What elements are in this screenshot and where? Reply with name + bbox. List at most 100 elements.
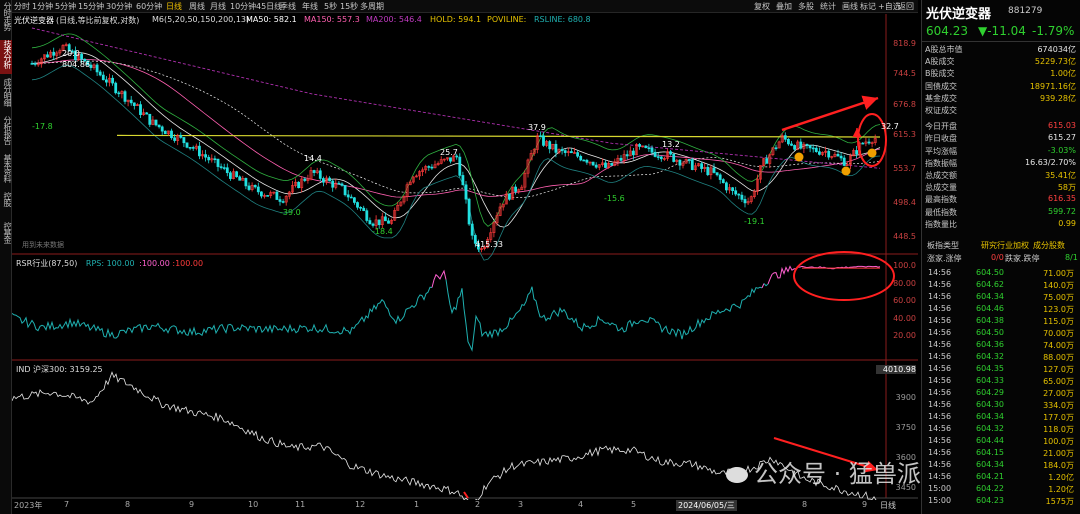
tick-price: 604.30	[976, 400, 1004, 409]
x-axis-label: 8	[802, 500, 808, 509]
tick-row: 14:56 604.38 115.0万	[925, 316, 1078, 327]
tick-price: 604.44	[976, 436, 1004, 445]
tick-row: 14:56 604.34 75.00万	[925, 292, 1078, 303]
main-chart[interactable]	[12, 0, 918, 500]
swing-label: -19.1	[744, 217, 765, 226]
panel-tab[interactable]: 板指类型	[927, 240, 959, 251]
candle-body	[46, 54, 49, 58]
stat-value: 615.03	[1048, 121, 1076, 131]
swing-label: 37.9	[528, 123, 546, 132]
left-tab-3[interactable]: 分析报告	[0, 116, 12, 150]
candle-body	[229, 172, 232, 179]
candle-body	[467, 198, 471, 225]
stat-value: 939.28亿	[1040, 93, 1076, 103]
candle-body	[653, 151, 657, 157]
stat-label: 平均涨幅	[925, 146, 957, 156]
candle-body	[235, 171, 239, 178]
tick-time: 14:56	[928, 472, 952, 481]
candle-body	[129, 99, 133, 104]
candle-body	[656, 156, 660, 158]
candle-body	[721, 179, 725, 184]
swing-label: 32.7	[881, 122, 899, 131]
left-tab-4[interactable]: 基本资料	[0, 154, 12, 188]
candle-body	[799, 141, 803, 149]
tick-price: 604.62	[976, 280, 1004, 289]
tick-time: 14:56	[928, 268, 952, 277]
tick-time: 14:56	[928, 280, 952, 289]
stat-row: 最高指数 616.35	[925, 194, 1078, 206]
tick-time: 14:56	[928, 304, 952, 313]
left-tab-5[interactable]: 控股	[0, 192, 12, 218]
signal-icon[interactable]	[841, 166, 851, 176]
candle-body	[576, 152, 580, 157]
tick-time: 14:56	[928, 388, 952, 397]
candle-body	[160, 126, 164, 132]
candle-body	[793, 145, 797, 150]
candle-body	[734, 190, 738, 195]
candle-body	[554, 143, 558, 153]
candle-body	[346, 194, 350, 198]
tick-price: 604.23	[976, 496, 1004, 505]
rsr-legend-v2: 100.00	[175, 259, 204, 268]
panel-tab[interactable]: 涨家.涨停	[927, 253, 962, 264]
left-tab-6[interactable]: 控基金	[0, 222, 12, 248]
index-price: 604.23	[926, 24, 968, 38]
left-tab-2[interactable]: 成分明细	[0, 78, 12, 112]
tick-volume: 71.00万	[1043, 269, 1074, 278]
candle-body	[260, 191, 263, 197]
panel-tab[interactable]: 成分股数	[1033, 240, 1065, 251]
panel-tab[interactable]: 0/0	[991, 253, 1004, 262]
candle-body	[724, 182, 728, 191]
high-label: 804.86	[62, 60, 90, 69]
candle-body	[625, 154, 629, 157]
candle-body	[644, 145, 648, 149]
price-axis-label: 818.9	[893, 38, 916, 48]
left-tab-1[interactable]: 技术分析	[0, 40, 12, 74]
tick-time: 14:56	[928, 352, 952, 361]
rsr-axis-label: 20.00	[893, 331, 916, 341]
x-axis-label: 3	[518, 500, 524, 509]
signal-icon[interactable]	[867, 148, 877, 158]
trend-arrow-up	[781, 95, 879, 132]
candle-body	[170, 130, 173, 139]
candle-body	[563, 150, 567, 153]
candle-body	[647, 147, 651, 150]
swing-label: -18.4	[372, 227, 393, 236]
tick-time: 14:56	[928, 412, 952, 421]
candle-body	[740, 194, 744, 200]
candle-body	[427, 166, 431, 168]
stat-label: 指数量比	[925, 219, 957, 229]
tick-row: 14:56 604.30 334.0万	[925, 400, 1078, 411]
panel-tab[interactable]: 跌家.跌停	[1005, 253, 1040, 264]
left-tab-0[interactable]: 分时走势	[0, 2, 12, 36]
candle-body	[659, 156, 663, 160]
tick-price: 604.34	[976, 460, 1004, 469]
candle-body	[604, 162, 607, 168]
low-label: 415.33	[475, 240, 503, 249]
tick-price: 604.32	[976, 424, 1004, 433]
rsr-line-segment	[767, 265, 881, 285]
stat-value: 615.27	[1048, 133, 1076, 143]
candle-body	[154, 119, 158, 126]
rsr-legend-name: RSR行业(87,50)	[16, 259, 78, 268]
panel-tab[interactable]: 研究行业	[981, 240, 1013, 251]
candle-body	[318, 170, 322, 179]
stat-label: 昨日收盘	[925, 134, 957, 144]
tick-volume: 177.0万	[1043, 413, 1074, 422]
candle-body	[281, 201, 285, 203]
candle-body	[182, 137, 186, 144]
swing-label: 13.2	[662, 140, 680, 149]
panel-tab[interactable]: 加权	[1013, 240, 1029, 251]
stat-label: 最高指数	[925, 195, 957, 205]
tick-price: 604.21	[976, 472, 1004, 481]
tick-time: 14:56	[928, 400, 952, 409]
tick-time: 15:00	[928, 496, 952, 505]
tick-row: 14:56 604.33 65.00万	[925, 376, 1078, 387]
signal-icon[interactable]	[794, 152, 804, 162]
panel-tab[interactable]: 8/1	[1065, 253, 1078, 262]
stat-label: B股成交	[925, 69, 955, 79]
rsr-line-segment	[12, 286, 433, 339]
candle-body	[297, 181, 301, 189]
stat-row: B股成交 1.00亿	[925, 68, 1078, 80]
candle-body	[867, 141, 871, 144]
